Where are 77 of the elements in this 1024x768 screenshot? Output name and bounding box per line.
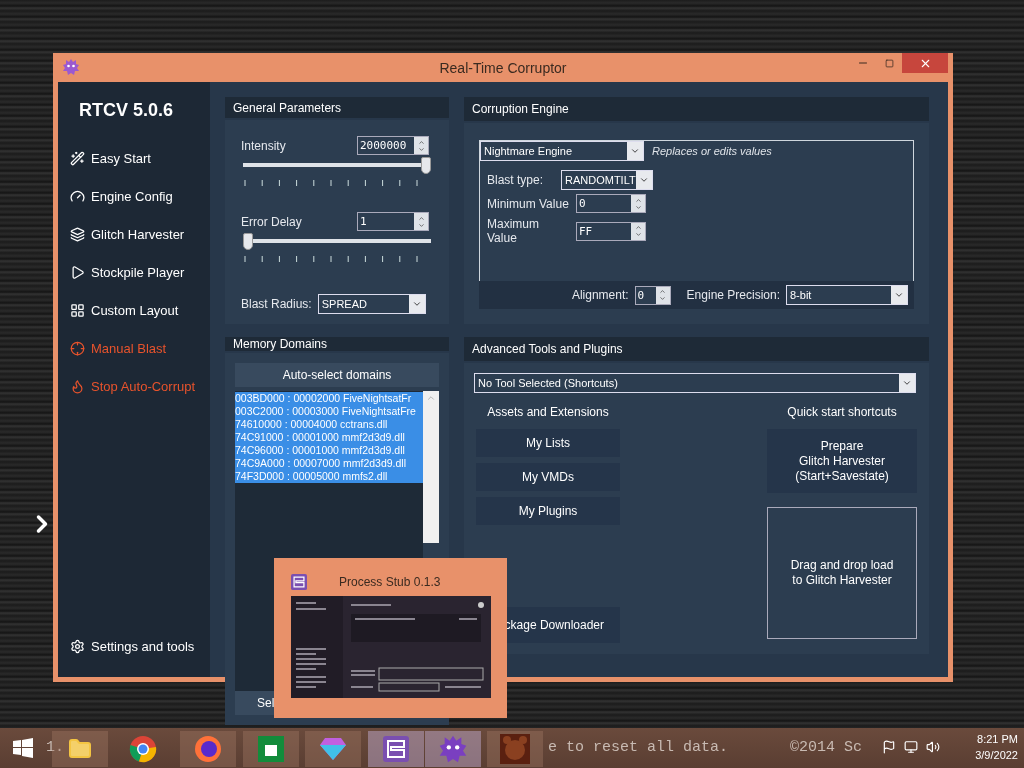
slider-thumb[interactable]	[421, 157, 431, 174]
panel-header: General Parameters	[225, 97, 449, 118]
volume-icon[interactable]	[926, 740, 940, 754]
gem-icon[interactable]	[305, 731, 361, 767]
prepare-button[interactable]: Prepare Glitch Harvester (Start+Savestate)	[767, 429, 917, 493]
maximize-icon	[884, 58, 894, 68]
windows-icon[interactable]	[13, 738, 33, 758]
clock-time: 8:21 PM	[977, 732, 1018, 747]
number-field[interactable]: 2000000	[357, 136, 429, 155]
sidebar-item[interactable]: Manual Blast	[70, 329, 210, 367]
engine-description: Replaces or edits values	[652, 145, 772, 157]
wand-icon	[70, 150, 85, 166]
store-icon[interactable]	[243, 731, 299, 767]
section-title: Assets and Extensions	[487, 405, 609, 419]
panel-header: Memory Domains	[225, 337, 449, 351]
sidebar-item[interactable]: Settings and tools	[70, 627, 210, 665]
slider[interactable]	[243, 157, 431, 174]
field-label: Engine Precision:	[686, 288, 780, 302]
asset-button[interactable]: My Plugins	[476, 497, 620, 525]
clock-date: 3/9/2022	[975, 748, 1018, 763]
crosshair-icon	[70, 340, 85, 356]
play-icon	[70, 264, 85, 280]
dropdown[interactable]: 8-bit	[786, 285, 908, 305]
background-text: 1.	[46, 739, 64, 756]
field-label: Alignment:	[571, 288, 629, 302]
grid-icon	[70, 302, 85, 318]
dropdown[interactable]: RANDOMTILT	[561, 170, 653, 190]
stub-app-icon	[291, 574, 307, 590]
number-field[interactable]: FF	[576, 221, 646, 241]
sidebar-item[interactable]: Stop Auto-Corrupt	[70, 367, 210, 405]
asset-button[interactable]: My Lists	[476, 429, 620, 457]
slider-thumb[interactable]	[243, 233, 253, 250]
auto-select-button[interactable]: Auto-select domains	[235, 363, 439, 387]
sidebar-item[interactable]: Easy Start	[70, 139, 210, 177]
sidebar-item[interactable]: Stockpile Player	[70, 253, 210, 291]
field-label: Error Delay	[241, 214, 302, 229]
stub-app-icon[interactable]	[368, 731, 424, 767]
dropdown[interactable]: No Tool Selected (Shortcuts)	[474, 373, 916, 393]
caret-icon	[891, 286, 907, 304]
number-field[interactable]: 1	[357, 212, 429, 231]
field-label: Blast Radius:	[241, 297, 312, 311]
field-label: Intensity	[241, 138, 286, 153]
copyright-text: ©2014 Sc	[790, 739, 862, 756]
field-label: Maximum Value	[487, 217, 540, 245]
caret-icon	[899, 374, 915, 392]
number-field[interactable]: 0	[576, 194, 646, 213]
gauge-icon	[70, 188, 85, 204]
window-title: Real-Time Corruptor	[439, 59, 567, 76]
caret-icon	[627, 142, 643, 160]
settings-icon	[70, 638, 85, 654]
flag-icon[interactable]	[882, 740, 896, 754]
monster-icon	[62, 58, 80, 76]
dropdown[interactable]: SPREAD	[317, 294, 426, 314]
flame-icon	[70, 378, 85, 394]
caret-icon	[636, 171, 652, 189]
sidebar-item[interactable]: Custom Layout	[70, 291, 210, 329]
slider[interactable]	[243, 233, 431, 250]
spinner-icon[interactable]	[655, 286, 670, 304]
app-title: RTCV 5.0.6	[79, 100, 175, 121]
sidebar-item[interactable]: Glitch Harvester	[70, 215, 210, 253]
section-title: Quick start shortcuts	[787, 405, 897, 419]
scrollbar[interactable]	[423, 391, 439, 543]
caret-icon	[408, 295, 425, 313]
field-label: Blast type:	[487, 173, 545, 187]
field-label: Minimum Value	[487, 196, 570, 211]
layers-icon	[70, 226, 85, 242]
background-text: e to reset all data.	[548, 739, 729, 756]
preview-title: Process Stub 0.1.3	[339, 575, 441, 589]
panel-header: Corruption Engine	[464, 97, 929, 121]
fox-browser-icon[interactable]	[180, 731, 236, 767]
sidebar-item[interactable]: Engine Config	[70, 177, 210, 215]
drop-zone[interactable]: Drag and drop load to Glitch Harvester	[767, 507, 917, 639]
network-icon[interactable]	[904, 740, 918, 754]
asset-button[interactable]: My VMDs	[476, 463, 620, 491]
number-field[interactable]: 0	[634, 285, 671, 305]
panel-header: Advanced Tools and Plugins	[464, 337, 929, 361]
dropdown[interactable]: Nightmare Engine	[480, 141, 644, 161]
